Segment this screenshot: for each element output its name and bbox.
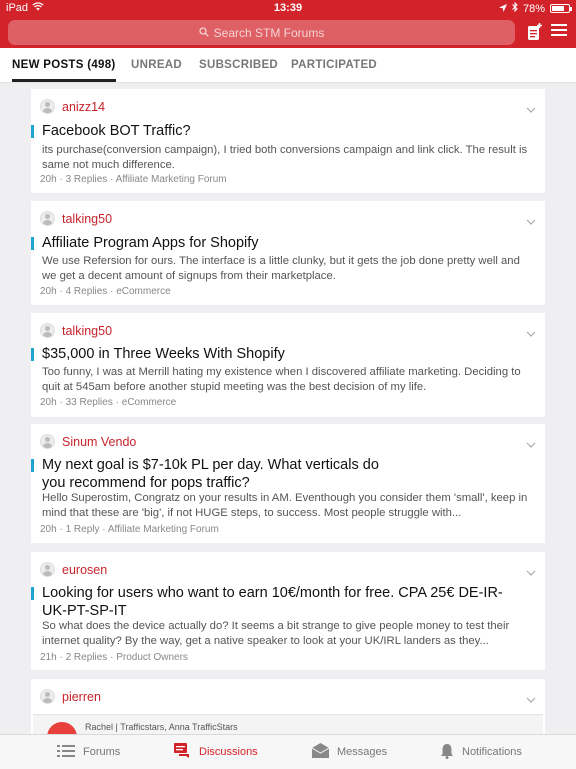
post-card[interactable]: pierren Rachel | Trafficstars, Anna Traf… (31, 679, 545, 740)
compose-icon[interactable] (527, 23, 543, 46)
post-meta: 20h · 33 Replies · eCommerce (40, 397, 177, 408)
status-right: 78% (498, 1, 572, 15)
unread-marker (31, 459, 34, 472)
post-replies: 3 Replies (65, 174, 108, 185)
post-title[interactable]: $35,000 in Three Weeks With Shopify (42, 345, 535, 363)
embedded-text: Rachel | Trafficstars, Anna TrafficStars (85, 722, 238, 732)
app-header: iPad 13:39 78% Search STM Forums (0, 0, 576, 48)
post-meta: 20h · 4 Replies · eCommerce (40, 286, 171, 297)
unread-marker (31, 237, 34, 250)
post-meta: 20h · 1 Reply · Affiliate Marketing Foru… (40, 524, 219, 535)
tab-unread[interactable]: UNREAD (131, 48, 182, 82)
chevron-down-icon[interactable] (526, 324, 536, 342)
post-excerpt: Hello Superostim, Congratz on your resul… (42, 492, 528, 519)
chevron-down-icon[interactable] (526, 563, 536, 581)
unread-marker (31, 125, 34, 138)
post-excerpt: We use Refersion for ours. The interface… (42, 255, 520, 282)
nav-messages-label: Messages (337, 746, 388, 758)
bottom-tab-bar: Forums Discussions Messages Notification… (0, 734, 576, 769)
post-excerpt: Too funny, I was at Merrill hating my ex… (42, 366, 521, 393)
nav-forums-label: Forums (83, 746, 121, 758)
post-age: 20h (40, 286, 57, 297)
tab-new-posts[interactable]: NEW POSTS (498) (12, 48, 116, 82)
nav-forums[interactable]: Forums (57, 735, 120, 769)
bell-icon (440, 743, 454, 762)
post-author[interactable]: talking50 (62, 212, 112, 226)
discussions-icon (174, 742, 191, 762)
chevron-down-icon[interactable] (526, 690, 536, 708)
chevron-down-icon[interactable] (526, 100, 536, 118)
battery-icon (550, 4, 572, 13)
unread-marker (31, 348, 34, 361)
search-bar[interactable]: Search STM Forums (8, 20, 515, 45)
post-age: 20h (40, 524, 57, 535)
post-header: talking50 (40, 322, 112, 339)
post-replies: 1 Reply (65, 524, 100, 535)
post-excerpt: its purchase(conversion campaign), I tri… (42, 144, 528, 171)
post-forum[interactable]: eCommerce (122, 397, 176, 408)
avatar (40, 99, 55, 114)
post-header: eurosen (40, 561, 107, 578)
post-header: talking50 (40, 210, 112, 227)
post-forum[interactable]: Affiliate Marketing Forum (108, 524, 219, 535)
avatar (40, 211, 55, 226)
battery-percent: 78% (522, 2, 545, 15)
avatar (40, 323, 55, 338)
bluetooth-icon (512, 1, 518, 15)
post-age: 21h (40, 652, 57, 663)
forums-list-icon (57, 744, 75, 761)
post-card[interactable]: talking50 Affiliate Program Apps for Sho… (31, 201, 545, 305)
nav-notifications[interactable]: Notifications (440, 735, 522, 769)
post-card[interactable]: anizz14 Facebook BOT Traffic? its purcha… (31, 89, 545, 193)
post-age: 20h (40, 397, 57, 408)
post-title[interactable]: My next goal is $7-10k PL per day. What … (42, 456, 395, 492)
menu-icon[interactable] (551, 23, 567, 42)
location-icon (498, 3, 507, 15)
post-title[interactable]: Facebook BOT Traffic? (42, 122, 535, 140)
nav-messages[interactable]: Messages (311, 735, 388, 769)
status-time: 13:39 (273, 2, 303, 14)
post-header: Sinum Vendo (40, 433, 136, 450)
tab-subscribed[interactable]: SUBSCRIBED (199, 48, 278, 82)
post-replies: 2 Replies (65, 652, 108, 663)
status-bar: iPad 13:39 78% (0, 0, 576, 16)
battery-level (552, 6, 564, 11)
post-forum[interactable]: eCommerce (116, 286, 170, 297)
post-forum[interactable]: Affiliate Marketing Forum (116, 174, 227, 185)
post-header: pierren (40, 688, 101, 705)
chevron-down-icon[interactable] (526, 435, 536, 453)
messages-icon (311, 743, 330, 761)
post-author[interactable]: anizz14 (62, 100, 105, 114)
post-author[interactable]: talking50 (62, 324, 112, 338)
nav-notifications-label: Notifications (462, 746, 522, 758)
post-author[interactable]: Sinum Vendo (62, 435, 136, 449)
tab-participated[interactable]: PARTICIPATED (291, 48, 377, 82)
search-icon (198, 26, 209, 40)
post-excerpt: So what does the device actually do? It … (42, 620, 510, 647)
post-card[interactable]: eurosen Looking for users who want to ea… (31, 552, 545, 670)
post-title[interactable]: Looking for users who want to earn 10€/m… (42, 584, 525, 620)
avatar (40, 689, 55, 704)
avatar (40, 562, 55, 577)
unread-marker (31, 587, 34, 600)
nav-discussions-label: Discussions (199, 746, 258, 758)
post-title[interactable]: Affiliate Program Apps for Shopify (42, 234, 535, 252)
nav-discussions[interactable]: Discussions (174, 735, 258, 769)
post-card[interactable]: talking50 $35,000 in Three Weeks With Sh… (31, 313, 545, 417)
post-forum[interactable]: Product Owners (116, 652, 188, 663)
post-replies: 4 Replies (65, 286, 108, 297)
chevron-down-icon[interactable] (526, 212, 536, 230)
post-card[interactable]: Sinum Vendo My next goal is $7-10k PL pe… (31, 424, 545, 543)
post-meta: 20h · 3 Replies · Affiliate Marketing Fo… (40, 174, 227, 185)
post-meta: 21h · 2 Replies · Product Owners (40, 652, 188, 663)
avatar (40, 434, 55, 449)
post-header: anizz14 (40, 98, 105, 115)
post-age: 20h (40, 174, 57, 185)
post-author[interactable]: eurosen (62, 563, 107, 577)
posts-tabs: NEW POSTS (498) UNREAD SUBSCRIBED PARTIC… (0, 48, 576, 83)
post-replies: 33 Replies (65, 397, 113, 408)
search-placeholder: Search STM Forums (213, 25, 325, 40)
post-author[interactable]: pierren (62, 690, 101, 704)
